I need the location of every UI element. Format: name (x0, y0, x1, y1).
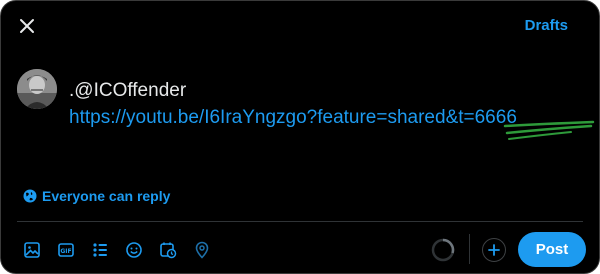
plus-icon (488, 244, 500, 256)
gif-icon: GIF (58, 243, 74, 257)
svg-text:GIF: GIF (60, 248, 71, 255)
add-image-button[interactable] (15, 236, 49, 264)
media-toolbar: GIF (15, 236, 219, 264)
mention-text: .@ICOffender (69, 80, 187, 101)
close-icon (20, 19, 34, 33)
toolbar-divider (469, 234, 470, 264)
drafts-button[interactable]: Drafts (525, 17, 568, 34)
location-icon (195, 241, 209, 259)
reply-setting-label: Everyone can reply (42, 188, 171, 204)
emoji-icon (126, 242, 142, 258)
image-icon (24, 242, 40, 258)
green-underline-annotation (503, 120, 595, 140)
divider (17, 221, 583, 222)
poll-icon (93, 243, 107, 257)
reply-setting-button[interactable]: Everyone can reply (23, 188, 170, 204)
avatar-image (17, 69, 57, 109)
avatar[interactable] (17, 69, 57, 109)
schedule-button[interactable] (151, 236, 185, 264)
close-button[interactable] (15, 14, 39, 38)
schedule-icon (160, 242, 177, 259)
link-text[interactable]: https://youtu.be/I6IraYngzgo?feature=sha… (69, 104, 517, 131)
add-post-button[interactable] (482, 238, 506, 262)
globe-icon (23, 189, 37, 203)
add-gif-button[interactable]: GIF (49, 236, 83, 264)
add-emoji-button[interactable] (117, 236, 151, 264)
compose-modal: Drafts .@ICOffender https://youtu.be/I6I… (0, 0, 600, 274)
post-button[interactable]: Post (518, 232, 586, 267)
add-poll-button[interactable] (83, 236, 117, 264)
location-button[interactable] (185, 236, 219, 264)
character-count-ring (431, 238, 455, 262)
